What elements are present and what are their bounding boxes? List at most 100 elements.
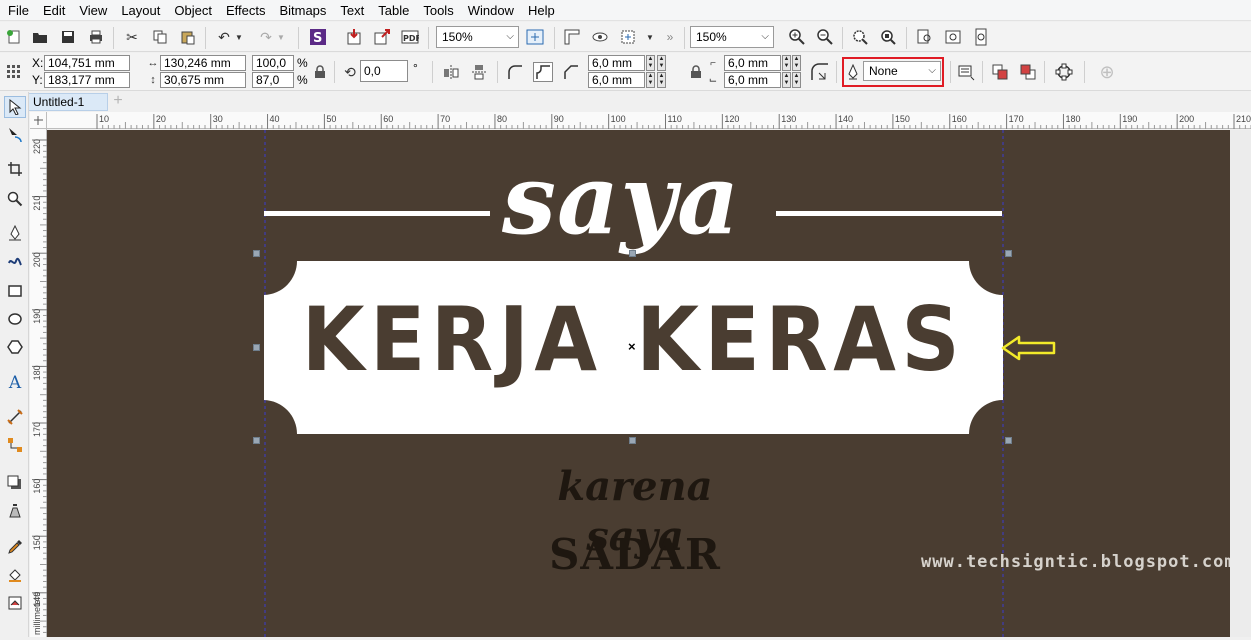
mirror-horizontal-icon[interactable]	[441, 62, 461, 82]
crop-tool-icon[interactable]	[4, 158, 26, 180]
full-screen-preview-icon[interactable]	[525, 27, 545, 47]
export-icon[interactable]	[372, 27, 392, 47]
corner-radius-bottom-left-field[interactable]	[588, 72, 645, 88]
toolbar-overflow-icon[interactable]: »	[660, 27, 680, 47]
vertical-ruler[interactable]: 220 210 200 190 180 170 160 150 140 millimeters	[30, 129, 47, 639]
menu-file[interactable]: File	[4, 0, 39, 21]
copy-icon[interactable]	[150, 27, 170, 47]
snap-to-icon[interactable]	[618, 27, 638, 47]
chamfered-corner-icon[interactable]	[561, 62, 581, 82]
polygon-tool-icon[interactable]	[4, 336, 26, 358]
transparency-tool-icon[interactable]	[4, 500, 26, 522]
canvas-desktop-area[interactable]	[1230, 130, 1251, 637]
color-eyedropper-tool-icon[interactable]	[4, 536, 26, 558]
zoom-to-page-icon[interactable]	[915, 27, 935, 47]
menu-text[interactable]: Text	[336, 0, 374, 21]
ruler-origin[interactable]	[30, 112, 47, 129]
outline-width-select[interactable]: None ⌵	[863, 61, 941, 81]
menu-object[interactable]: Object	[170, 0, 222, 21]
menu-table[interactable]: Table	[374, 0, 419, 21]
rectangle-tool-icon[interactable]	[4, 280, 26, 302]
selection-handle-middle-left[interactable]	[253, 344, 260, 351]
drawing-canvas[interactable]: saya KERJA KERAS × karena saya SADAR www…	[47, 130, 1251, 637]
redo-dropdown-icon[interactable]: ▼	[276, 27, 286, 47]
new-document-icon[interactable]	[4, 27, 24, 47]
scalloped-corner-icon[interactable]	[533, 62, 553, 82]
script-title-top[interactable]: saya	[502, 150, 772, 270]
relative-corner-scaling-icon[interactable]	[808, 60, 832, 84]
drop-shadow-tool-icon[interactable]	[4, 472, 26, 494]
menu-edit[interactable]: Edit	[39, 0, 75, 21]
zoom-to-page-height-icon[interactable]	[971, 27, 991, 47]
corner-radius-1b-spinner[interactable]: ▲ ▼	[657, 55, 666, 71]
selection-handle-top-center[interactable]	[629, 250, 636, 257]
menu-window[interactable]: Window	[464, 0, 524, 21]
selection-handle-bottom-left[interactable]	[253, 437, 260, 444]
new-tab-icon[interactable]: +	[110, 93, 126, 110]
pick-tool-icon[interactable]	[4, 96, 26, 118]
lock-ratio-icon[interactable]	[310, 62, 330, 82]
corner-radius-2b-spinner[interactable]: ▲ ▼	[657, 72, 666, 88]
scale-y-field[interactable]	[252, 72, 294, 88]
corner-lock-icon[interactable]	[686, 62, 706, 82]
text-tool-icon[interactable]: A	[4, 372, 26, 394]
wrap-text-icon[interactable]	[956, 62, 976, 82]
to-back-icon[interactable]	[1018, 62, 1038, 82]
artistic-media-tool-icon[interactable]	[4, 250, 26, 272]
snap-dropdown-icon[interactable]: ▼	[645, 27, 655, 47]
smart-fill-tool-icon[interactable]	[4, 592, 26, 614]
corner-radius-1-spinner[interactable]: ▲ ▼	[646, 55, 655, 71]
open-folder-icon[interactable]	[30, 27, 50, 47]
undo-icon[interactable]: ↶	[214, 27, 234, 47]
zoom-out-icon[interactable]	[815, 27, 835, 47]
width-field[interactable]	[160, 55, 246, 71]
menu-layout[interactable]: Layout	[117, 0, 170, 21]
ellipse-tool-icon[interactable]	[4, 308, 26, 330]
menu-view[interactable]: View	[75, 0, 117, 21]
zoom-to-page-width-icon[interactable]	[943, 27, 963, 47]
to-front-icon[interactable]	[990, 62, 1010, 82]
selection-handle-top-right[interactable]	[1005, 250, 1012, 257]
corner-radius-4b-spinner[interactable]: ▲ ▼	[792, 72, 801, 88]
zoom-level-select[interactable]: 150% ⌵	[436, 26, 519, 48]
import-icon[interactable]	[344, 27, 364, 47]
zoom-all-objects-icon[interactable]	[878, 27, 898, 47]
corner-radius-bottom-right-field[interactable]	[724, 72, 781, 88]
corner-radius-3b-spinner[interactable]: ▲ ▼	[792, 55, 801, 71]
document-tab[interactable]: Untitled-1	[28, 93, 108, 111]
parallel-dimension-tool-icon[interactable]	[4, 406, 26, 428]
selection-handle-bottom-right[interactable]	[1005, 437, 1012, 444]
cut-icon[interactable]: ✂	[122, 27, 142, 47]
height-field[interactable]	[160, 72, 246, 88]
connector-tool-icon[interactable]	[4, 434, 26, 456]
show-rulers-icon[interactable]	[562, 27, 582, 47]
menu-help[interactable]: Help	[524, 0, 565, 21]
object-origin-icon[interactable]	[4, 62, 24, 82]
zoom-level-select-2[interactable]: 150% ⌵	[690, 26, 774, 48]
zoom-tool-icon[interactable]	[4, 188, 26, 210]
search-content-icon[interactable]: S	[308, 27, 328, 47]
corner-radius-top-left-field[interactable]	[588, 55, 645, 71]
shape-tool-icon[interactable]	[4, 124, 26, 146]
publish-pdf-icon[interactable]: PDF	[400, 27, 420, 47]
interactive-fill-tool-icon[interactable]	[4, 564, 26, 586]
view-mode-icon[interactable]	[590, 27, 610, 47]
round-corner-icon[interactable]	[505, 62, 525, 82]
corner-radius-4-spinner[interactable]: ▲ ▼	[782, 72, 791, 88]
quick-customize-icon[interactable]: ⊕	[1097, 62, 1117, 82]
mirror-vertical-icon[interactable]	[469, 62, 489, 82]
corner-radius-top-right-field[interactable]	[724, 55, 781, 71]
undo-dropdown-icon[interactable]: ▼	[234, 27, 244, 47]
convert-to-curves-icon[interactable]	[1054, 62, 1074, 82]
selection-handle-top-left[interactable]	[253, 250, 260, 257]
corner-radius-3-spinner[interactable]: ▲ ▼	[782, 55, 791, 71]
y-position-field[interactable]	[44, 72, 130, 88]
x-position-field[interactable]	[44, 55, 130, 71]
zoom-selected-icon[interactable]	[850, 27, 870, 47]
menu-bitmaps[interactable]: Bitmaps	[275, 0, 336, 21]
print-icon[interactable]	[86, 27, 106, 47]
corner-radius-2-spinner[interactable]: ▲ ▼	[646, 72, 655, 88]
zoom-in-icon[interactable]	[787, 27, 807, 47]
selection-handle-bottom-center[interactable]	[629, 437, 636, 444]
redo-icon[interactable]: ↷	[256, 27, 276, 47]
